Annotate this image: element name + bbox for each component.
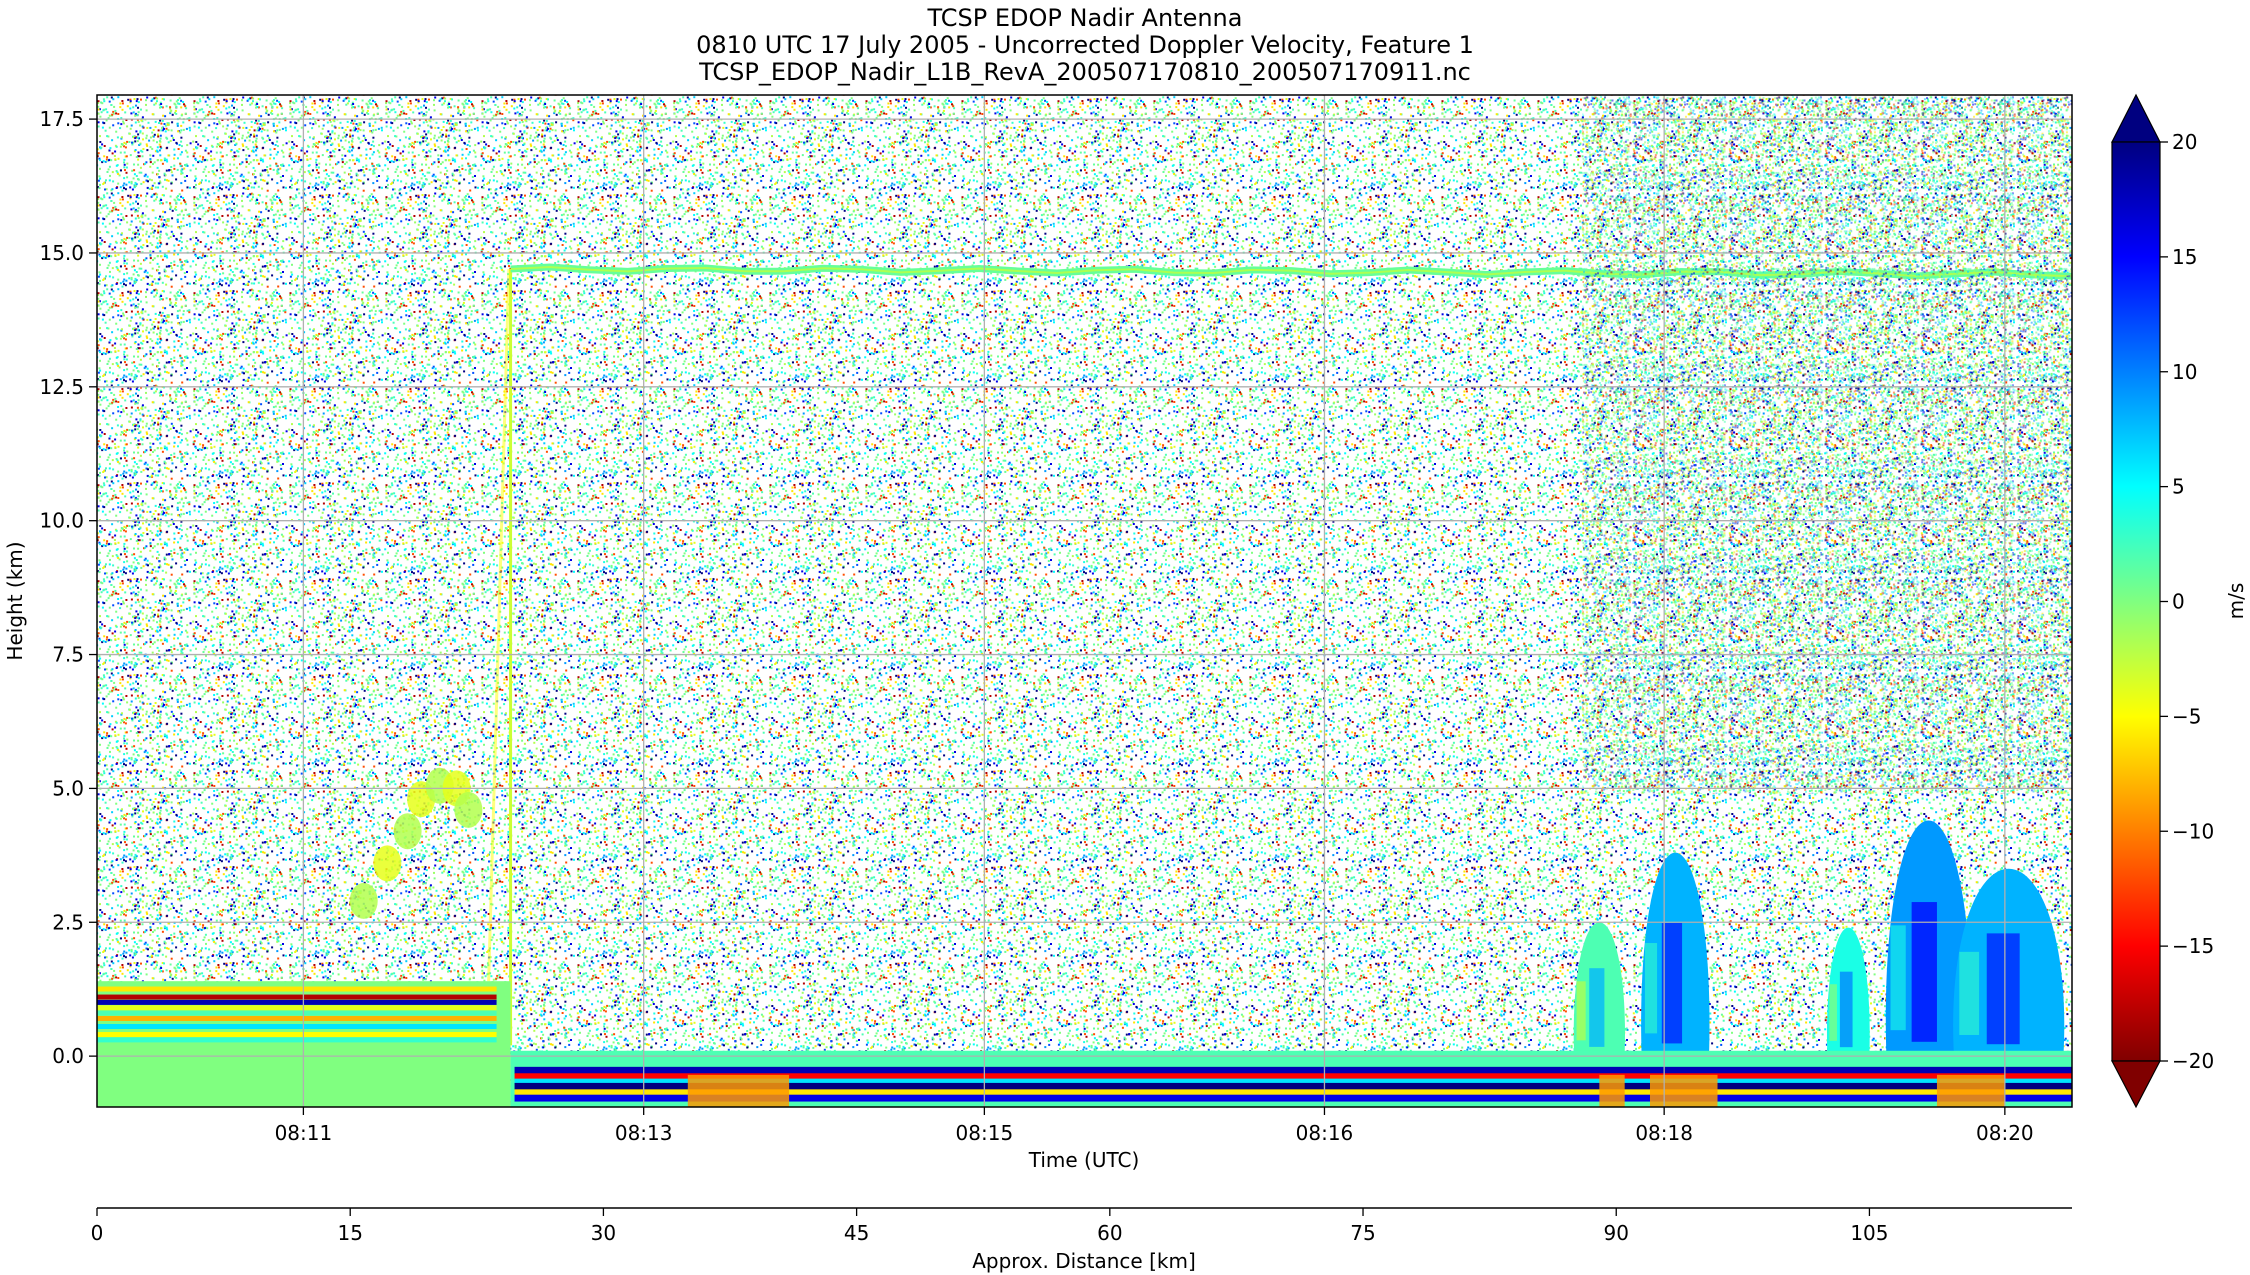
surface-layer-right-8 [510, 1050, 2072, 1107]
colorbar-extend-bottom [2111, 1060, 2161, 1109]
colorbar-extend-top [2111, 93, 2161, 143]
colorbar-tick-label: −15 [2172, 934, 2214, 958]
y-tick-label: 0.0 [52, 1044, 84, 1068]
y-tick-label: 15.0 [39, 241, 84, 265]
figure: TCSP EDOP Nadir Antenna 0810 UTC 17 July… [3, 4, 2248, 1273]
chart-title-line-3: TCSP_EDOP_Nadir_L1B_RevA_200507170810_20… [698, 58, 1471, 86]
chart-title-line-1: TCSP EDOP Nadir Antenna [927, 4, 1243, 32]
distance-axis-label: Approx. Distance [km] [972, 1249, 1196, 1273]
y-tick-label: 10.0 [39, 509, 84, 533]
x-axis: 08:11 08:13 08:15 08:16 08:18 08:20 [275, 1107, 2034, 1145]
y-axis-label: Height (km) [3, 541, 27, 660]
colorbar-tick-label: 20 [2172, 130, 2197, 154]
distance-axis: 0 15 30 45 60 75 90 105 [91, 1208, 1889, 1245]
distance-tick-label: 30 [591, 1221, 616, 1245]
y-tick-label: 7.5 [52, 643, 84, 667]
chart-title-line-2: 0810 UTC 17 July 2005 - Uncorrected Dopp… [696, 31, 1474, 59]
colorbar-label: m/s [2224, 583, 2248, 620]
distance-tick-label: 15 [337, 1221, 362, 1245]
distance-tick-label: 0 [91, 1221, 104, 1245]
distance-tick-label: 45 [844, 1221, 869, 1245]
plot-area [97, 95, 2072, 1107]
distance-tick-label: 105 [1850, 1221, 1888, 1245]
y-tick-label: 17.5 [39, 107, 84, 131]
colorbar-tick-label: 5 [2172, 475, 2185, 499]
distance-tick-label: 90 [1604, 1221, 1629, 1245]
distance-tick-label: 75 [1350, 1221, 1375, 1245]
colorbar-ticks: −20 −15 −10 −5 0 5 10 15 20 [2160, 130, 2214, 1073]
colorbar-body [2111, 141, 2161, 1062]
x-tick-label: 08:15 [956, 1121, 1014, 1145]
x-tick-label: 08:13 [615, 1121, 673, 1145]
y-tick-label: 5.0 [52, 776, 84, 800]
y-axis: 0.0 2.5 5.0 7.5 10.0 12.5 15.0 17.5 [39, 107, 97, 1068]
colorbar-tick-label: 15 [2172, 245, 2197, 269]
colorbar-tick-label: −20 [2172, 1049, 2214, 1073]
colorbar-tick-label: 10 [2172, 360, 2197, 384]
x-axis-label: Time (UTC) [1028, 1148, 1140, 1172]
y-tick-label: 2.5 [52, 910, 84, 934]
y-tick-label: 12.5 [39, 375, 84, 399]
colorbar-tick-label: 0 [2172, 590, 2185, 614]
x-tick-label: 08:16 [1296, 1121, 1354, 1145]
x-tick-label: 08:20 [1976, 1121, 2034, 1145]
colorbar-tick-label: −5 [2172, 704, 2201, 728]
dense-noise-region [1582, 95, 2072, 794]
colorbar-tick-label: −10 [2172, 819, 2214, 843]
x-tick-label: 08:11 [275, 1121, 333, 1145]
x-tick-label: 08:18 [1635, 1121, 1693, 1145]
colorbar: −20 −15 −10 −5 0 5 10 15 20 m/s [2111, 93, 2248, 1109]
distance-tick-label: 60 [1097, 1221, 1122, 1245]
